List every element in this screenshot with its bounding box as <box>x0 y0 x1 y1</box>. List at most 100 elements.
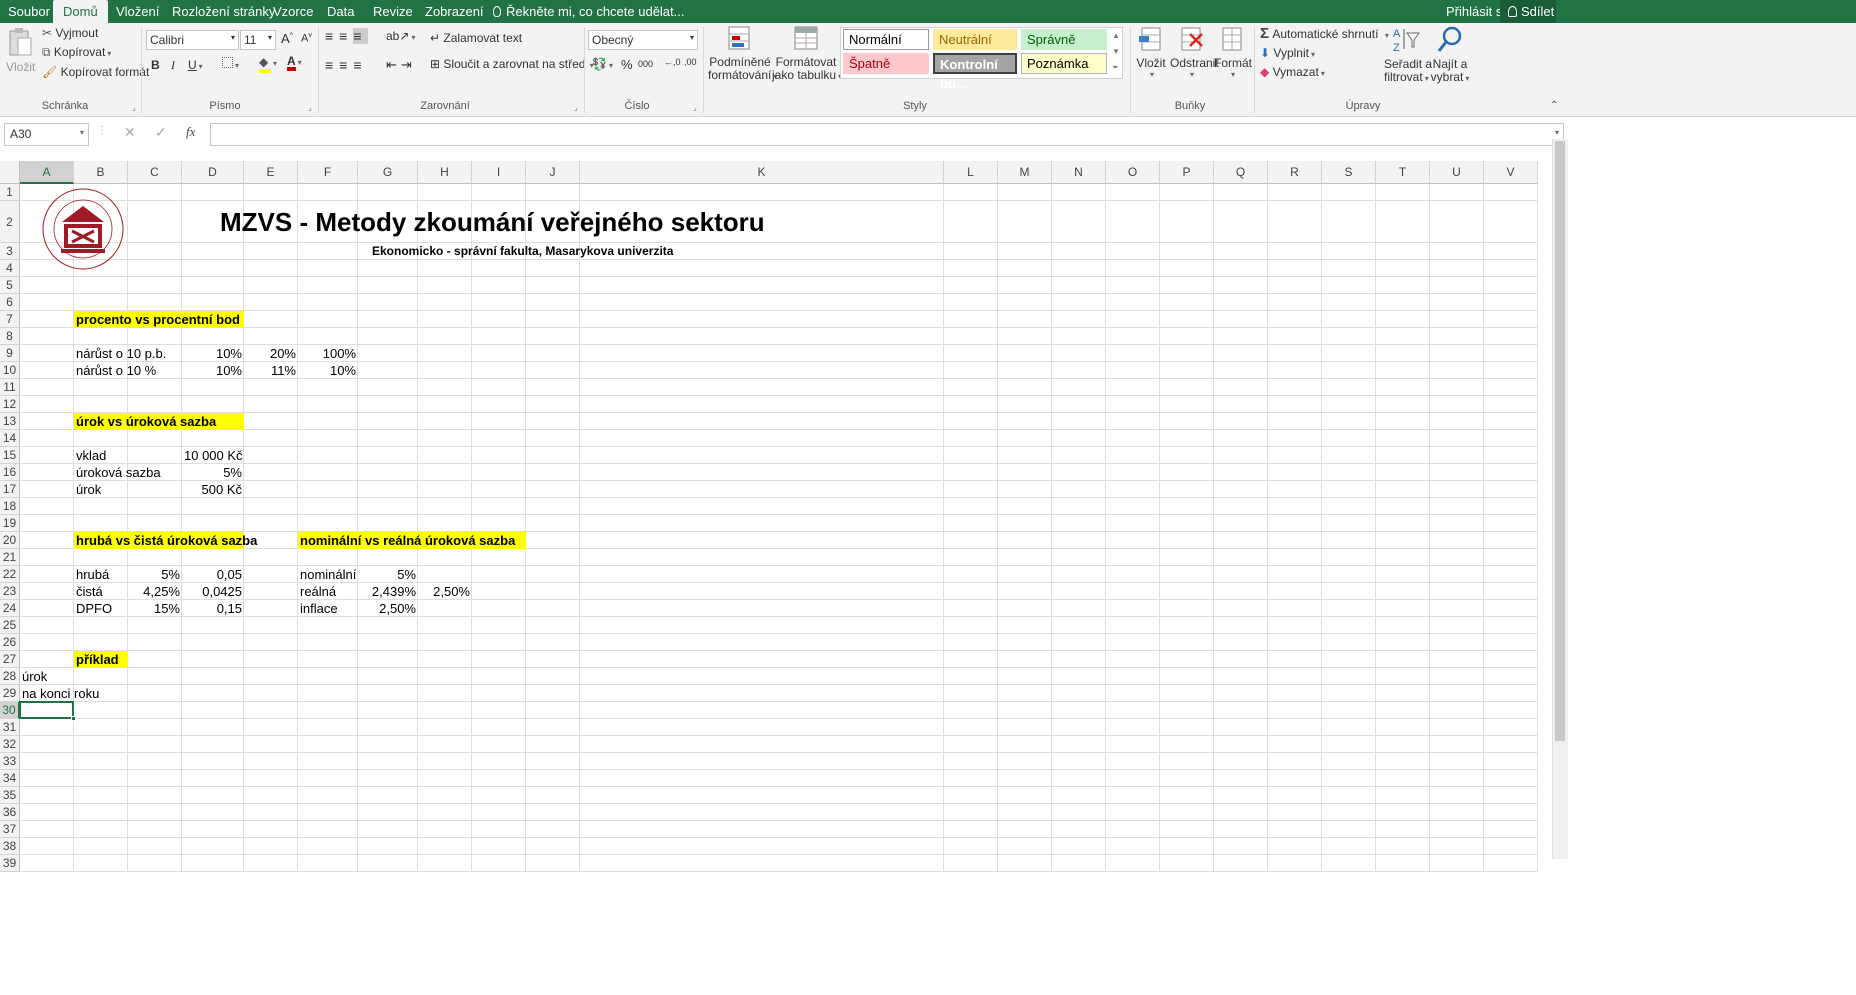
row-header[interactable]: 35 <box>0 787 20 804</box>
cell-B27[interactable]: příklad <box>74 651 128 668</box>
cell-G22[interactable]: 5% <box>358 566 418 583</box>
cell-E10[interactable]: 11% <box>244 362 298 379</box>
cell-B10[interactable]: nárůst o 10 % <box>74 362 182 379</box>
font-size-select[interactable]: 11 ▾ <box>240 30 276 50</box>
row-header[interactable]: 29 <box>0 685 20 702</box>
cancel-icon[interactable]: ✕ <box>124 124 136 141</box>
column-header[interactable]: E <box>244 161 298 184</box>
column-header[interactable]: C <box>128 161 182 184</box>
cell-F23[interactable]: reálná <box>298 583 358 600</box>
insert-function-icon[interactable]: fx <box>186 124 195 140</box>
row-header[interactable]: 5 <box>0 277 20 294</box>
cell-B23[interactable]: čistá <box>74 583 128 600</box>
cell-D9[interactable]: 10% <box>182 345 244 362</box>
increase-font-icon[interactable]: A^ <box>281 31 293 46</box>
horizontal-align-icons[interactable]: ≡≡≡ <box>325 57 368 73</box>
format-painter-button[interactable]: 🖌 Kopírovat formát <box>42 65 149 79</box>
row-header[interactable]: 26 <box>0 634 20 651</box>
column-header[interactable]: M <box>998 161 1052 184</box>
decrease-font-icon[interactable]: Av <box>301 32 312 45</box>
row-header[interactable]: 34 <box>0 770 20 787</box>
row-header[interactable]: 38 <box>0 838 20 855</box>
tab-home[interactable]: Domů <box>53 0 108 23</box>
column-header[interactable]: O <box>1106 161 1160 184</box>
row-header[interactable]: 22 <box>0 566 20 583</box>
column-header[interactable]: I <box>472 161 526 184</box>
percent-icon[interactable]: % <box>621 57 633 72</box>
cell-B13[interactable]: úrok vs úroková sazba <box>74 413 244 430</box>
cell-E9[interactable]: 20% <box>244 345 298 362</box>
column-header[interactable]: U <box>1430 161 1484 184</box>
row-header[interactable]: 36 <box>0 804 20 821</box>
cell-C22[interactable]: 5% <box>128 566 182 583</box>
tab-insert[interactable]: Vložení <box>116 0 159 23</box>
collapse-ribbon-icon[interactable]: ⌃ <box>1550 100 1558 111</box>
cell-F22[interactable]: nominální <box>298 566 358 583</box>
worksheet-grid[interactable]: A B C D E F G H I J K L M N O P Q R S T U V 1 2 3 4 5 6 7 8 9 10 11 12 13 1… <box>0 139 1856 995</box>
tab-review[interactable]: Revize <box>373 0 413 23</box>
bold-icon[interactable]: B <box>151 58 160 72</box>
tab-file[interactable]: Soubor <box>8 0 50 23</box>
row-header[interactable]: 1 <box>0 184 20 201</box>
row-header[interactable]: 28 <box>0 668 20 685</box>
conditional-formatting-button[interactable]: Podmíněné formátování ▾ <box>708 25 777 83</box>
vertical-align-icons[interactable]: ≡≡≡ <box>325 28 368 44</box>
row-header[interactable]: 6 <box>0 294 20 311</box>
cell-D24[interactable]: 0,15 <box>182 600 244 617</box>
cell-G24[interactable]: 2,50% <box>358 600 418 617</box>
dialog-launcher-icon[interactable]: ⌟ <box>132 103 136 112</box>
fill-handle[interactable] <box>71 716 76 721</box>
column-header[interactable]: H <box>418 161 472 184</box>
underline-icon[interactable]: U ▾ <box>188 58 203 72</box>
orientation-icon[interactable]: ab↗ ▾ <box>386 29 415 43</box>
borders-icon[interactable]: ▾ <box>222 57 239 71</box>
column-header[interactable]: Q <box>1214 161 1268 184</box>
increase-decimal-icon[interactable]: ←,0 <box>664 57 681 67</box>
cell-C24[interactable]: 15% <box>128 600 182 617</box>
cell-D16[interactable]: 5% <box>182 464 244 481</box>
row-header[interactable]: 17 <box>0 481 20 498</box>
number-format-select[interactable]: Obecný ▾ <box>588 30 698 50</box>
cell-D23[interactable]: 0,0425 <box>182 583 244 600</box>
column-header[interactable]: B <box>74 161 128 184</box>
cell-F20[interactable]: nominální vs reálná úroková sazba <box>298 532 526 549</box>
formula-input[interactable]: ▾ <box>210 123 1564 146</box>
decrease-decimal-icon[interactable]: ,00 <box>684 57 697 67</box>
tell-me-search[interactable]: Řekněte mi, co chcete udělat... <box>493 0 684 23</box>
style-bad[interactable]: Špatně <box>843 53 929 74</box>
row-header[interactable]: 20 <box>0 532 20 549</box>
cell-F9[interactable]: 100% <box>298 345 358 362</box>
cell-D22[interactable]: 0,05 <box>182 566 244 583</box>
column-header[interactable]: F <box>298 161 358 184</box>
column-header[interactable]: R <box>1268 161 1322 184</box>
insert-cells-button[interactable]: Vložit ▾ <box>1134 25 1168 79</box>
row-header[interactable]: 19 <box>0 515 20 532</box>
row-header[interactable]: 16 <box>0 464 20 481</box>
cell-B16[interactable]: úroková sazba <box>74 464 182 481</box>
column-header[interactable]: S <box>1322 161 1376 184</box>
paste-button[interactable]: Vložit <box>6 27 35 95</box>
select-all-corner[interactable] <box>0 161 20 184</box>
delete-cells-button[interactable]: Odstranit ▾ <box>1170 25 1219 79</box>
active-cell-selection[interactable] <box>19 701 74 719</box>
indent-icons[interactable]: ⇤⇥ <box>386 57 416 73</box>
row-header[interactable]: 25 <box>0 617 20 634</box>
column-header[interactable]: J <box>526 161 580 184</box>
copy-button[interactable]: ⧉ Kopírovat ▾ <box>42 45 111 60</box>
row-header[interactable]: 4 <box>0 260 20 277</box>
row-header[interactable]: 27 <box>0 651 20 668</box>
cell-F10[interactable]: 10% <box>298 362 358 379</box>
row-header[interactable]: 13 <box>0 413 20 430</box>
scrollbar-thumb[interactable] <box>1555 141 1565 741</box>
cell-B24[interactable]: DPFO <box>74 600 128 617</box>
row-header[interactable]: 12 <box>0 396 20 413</box>
row-header[interactable]: 7 <box>0 311 20 328</box>
gallery-scroll-icon[interactable]: ▲ ▼ ⏷ <box>1112 28 1120 76</box>
dialog-launcher-icon[interactable]: ⌟ <box>574 103 578 112</box>
autosum-button[interactable]: Σ Automatické shrnutí ▾ <box>1260 25 1389 42</box>
column-header[interactable]: T <box>1376 161 1430 184</box>
cell-D17[interactable]: 500 Kč <box>182 481 244 498</box>
font-color-icon[interactable]: A ▾ <box>287 54 302 71</box>
cell-H23[interactable]: 2,50% <box>418 583 472 600</box>
find-select-button[interactable]: Najít a vybrat ▾ <box>1430 25 1470 85</box>
